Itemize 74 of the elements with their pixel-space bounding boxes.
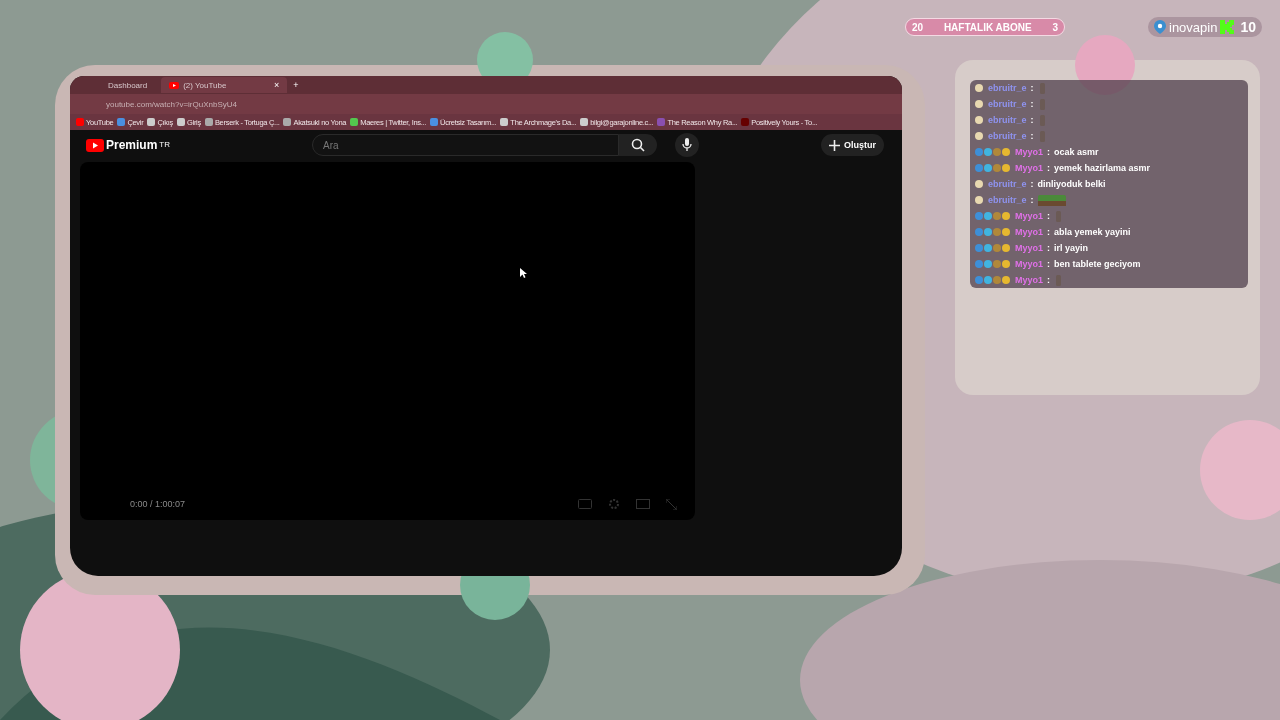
bookmark-icon [500, 118, 509, 126]
chat-separator: : [1046, 259, 1051, 269]
pin-icon [1154, 20, 1166, 34]
bookmark-icon [177, 118, 185, 126]
youtube-icon [169, 81, 180, 89]
search-icon [631, 138, 645, 152]
emote-icon [1037, 194, 1066, 206]
bookmark-icon [580, 118, 589, 126]
bookmark-icon [147, 118, 156, 126]
chat-username: ebruitr_e [988, 131, 1027, 141]
bookmark-icon [76, 118, 84, 126]
new-tab-button[interactable]: + [293, 80, 299, 90]
browser-tab[interactable]: Dashboard [100, 77, 156, 93]
fullscreen-icon [666, 498, 677, 510]
kick-icon [1220, 20, 1235, 34]
bookmark-icon [657, 118, 666, 126]
chat-message: ocak asmr [1054, 147, 1099, 157]
sponsor-name: inovapin [1169, 19, 1218, 35]
chat-separator: : [1029, 99, 1035, 109]
chat-username: Myyo1 [1015, 243, 1043, 253]
microphone-icon [682, 138, 692, 152]
chat-separator: : [1046, 227, 1051, 237]
bookmark-icon [117, 118, 126, 126]
chat-separator: : [1046, 211, 1051, 221]
chat-username: ebruitr_e [988, 99, 1027, 109]
play-logo-icon [86, 138, 104, 152]
chat-separator: : [1029, 115, 1035, 125]
subtitles-icon [578, 499, 592, 509]
video-time: 0:00 / 1:00:07 [130, 499, 186, 509]
chat-separator: : [1029, 83, 1035, 93]
chat-username: ebruitr_e [988, 83, 1027, 93]
microphone-button[interactable] [675, 133, 699, 157]
goal-target: 3 [1052, 21, 1058, 33]
chat-username: Myyo1 [1015, 275, 1043, 285]
search-field[interactable]: Ara [312, 134, 619, 156]
chat-message: abla yemek yayini [1054, 227, 1131, 237]
bookmark-icon [741, 118, 750, 126]
address-field[interactable]: youtube.com/watch?v=irQuXnbSyU4 [100, 97, 243, 111]
tab-title: (2) YouTube [183, 80, 228, 90]
follower-count: 10 [1240, 19, 1256, 35]
chat-message: irl yayin [1054, 243, 1089, 253]
cursor-icon [520, 268, 527, 278]
bookmark-icon [350, 118, 359, 126]
chat-message: ben tablete geciyom [1054, 259, 1141, 269]
goal-count: 20 [912, 21, 924, 33]
chat-username: ebruitr_e [988, 179, 1027, 189]
search-button[interactable] [619, 134, 657, 156]
chat-username: Myyo1 [1015, 211, 1043, 221]
chat-username: ebruitr_e [988, 195, 1027, 205]
goal-label: HAFTALIK ABONE [943, 21, 1032, 33]
close-tab-button[interactable]: × [273, 80, 280, 90]
chat-separator: : [1046, 147, 1051, 157]
chat-separator: : [1046, 163, 1051, 173]
chat-separator: : [1029, 179, 1035, 189]
bookmark-icon [204, 118, 213, 126]
theater-icon [636, 499, 650, 509]
chat-username: ebruitr_e [988, 115, 1027, 125]
video-player[interactable]: 0:00 / 1:00:07 [80, 162, 695, 520]
chat-separator: : [1046, 243, 1051, 253]
chat-username: Myyo1 [1015, 163, 1043, 173]
create-button[interactable]: Oluştur [821, 134, 884, 156]
bookmark-icon [283, 118, 292, 126]
chat-separator: : [1046, 275, 1051, 285]
tab-title: Dashboard [108, 80, 148, 90]
bookmark-icon [430, 118, 439, 126]
chat-username: Myyo1 [1015, 259, 1043, 269]
chat-username: Myyo1 [1015, 147, 1043, 157]
chat-separator: : [1029, 131, 1035, 141]
browser-tab[interactable]: (2) YouTube × [161, 77, 288, 93]
chat-username: Myyo1 [1015, 227, 1043, 237]
plus-icon [829, 139, 840, 151]
chat-message: dinliyoduk belki [1037, 179, 1106, 189]
chat-message: yemek hazirlama asmr [1054, 163, 1151, 173]
chat-separator: : [1029, 195, 1035, 205]
